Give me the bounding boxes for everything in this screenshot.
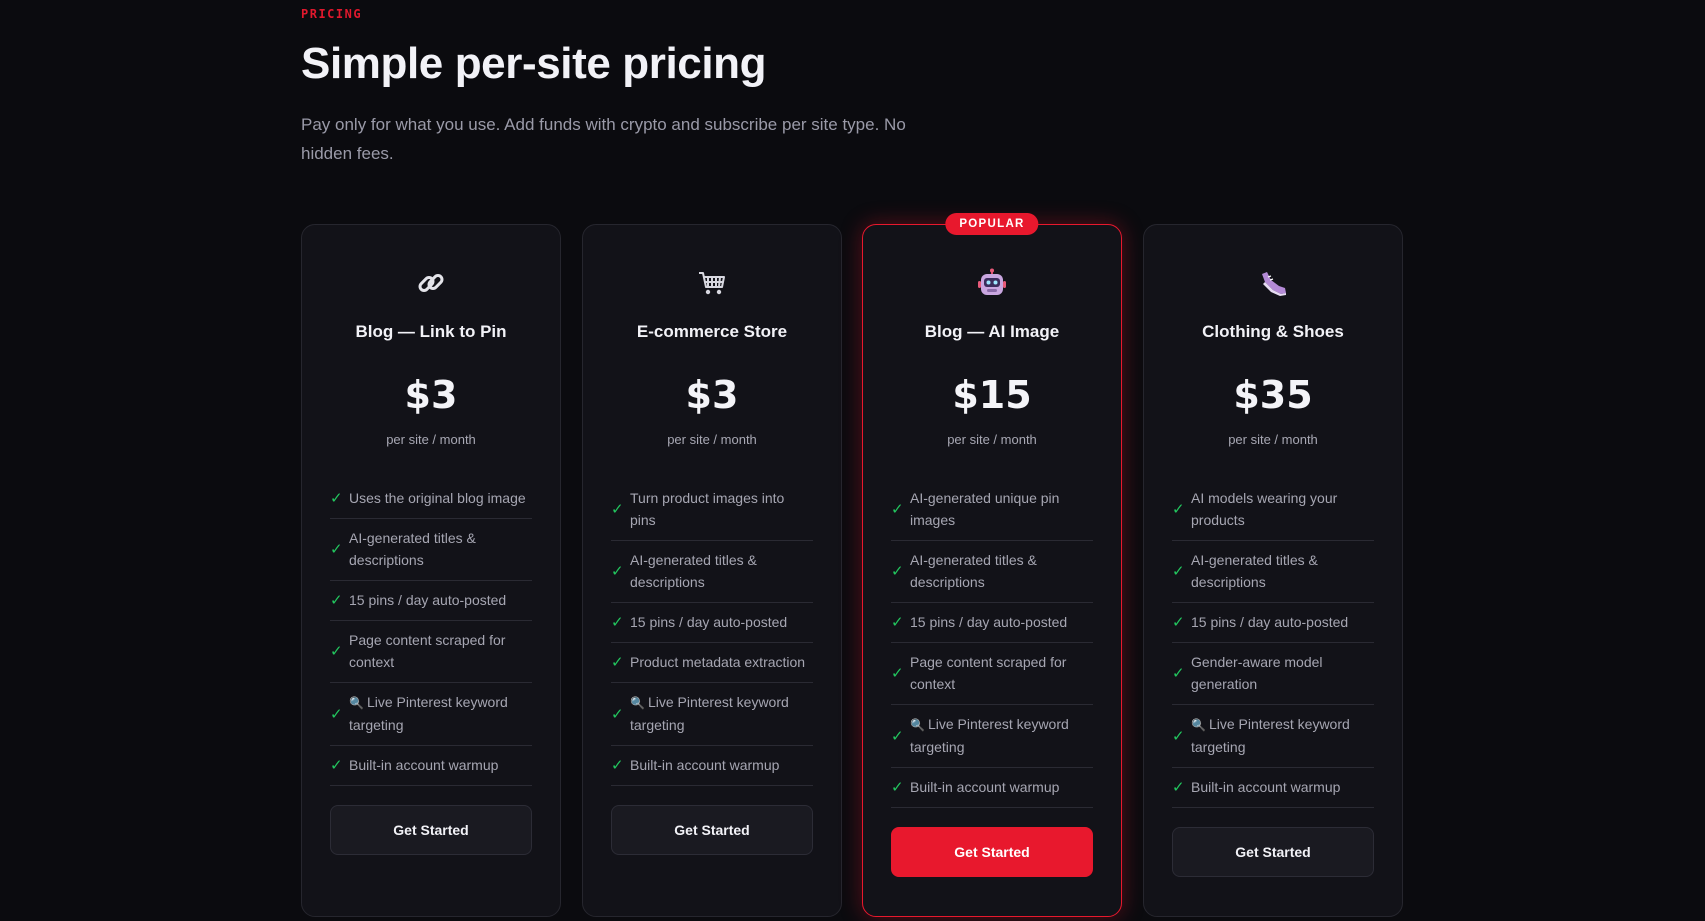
feature-item: ✓ AI-generated titles & descriptions — [330, 519, 532, 581]
feature-item: ✓ 🔍 Live Pinterest keyword targeting — [1172, 705, 1374, 768]
check-icon: ✓ — [891, 726, 904, 745]
feature-item: ✓ Built-in account warmup — [891, 768, 1093, 808]
plan-period: per site / month — [947, 432, 1037, 447]
feature-item: ✓ Product metadata extraction — [611, 643, 813, 683]
magnifier-icon: 🔍 — [349, 696, 364, 710]
check-icon: ✓ — [891, 778, 904, 796]
plan-card-blog-link-to-pin: Blog — Link to Pin $3 per site / month ✓… — [301, 224, 561, 917]
check-icon: ✓ — [1172, 778, 1185, 796]
check-icon: ✓ — [891, 664, 904, 682]
feature-item: ✓ Page content scraped for context — [891, 643, 1093, 705]
popular-badge: POPULAR — [945, 213, 1039, 235]
magnifier-icon: 🔍 — [630, 696, 645, 710]
sneaker-icon — [1144, 265, 1402, 301]
check-icon: ✓ — [1172, 500, 1185, 518]
check-icon: ✓ — [330, 591, 343, 609]
feature-item: ✓ 15 pins / day auto-posted — [1172, 603, 1374, 643]
feature-item: ✓ Turn product images into pins — [611, 479, 813, 541]
check-icon: ✓ — [611, 500, 624, 518]
plan-card-ecommerce-store: E-commerce Store $3 per site / month ✓ Tu… — [582, 224, 842, 917]
feature-item: ✓ AI-generated titles & descriptions — [891, 541, 1093, 603]
feature-item: ✓ 15 pins / day auto-posted — [611, 603, 813, 643]
feature-item: ✓ Built-in account warmup — [330, 746, 532, 786]
check-icon: ✓ — [611, 756, 624, 774]
pricing-cards: Blog — Link to Pin $3 per site / month ✓… — [301, 213, 1404, 917]
feature-item: ✓ Page content scraped for context — [330, 621, 532, 683]
check-icon: ✓ — [330, 642, 343, 660]
plan-name: Blog — AI Image — [924, 322, 1060, 341]
feature-item: ✓ Gender-aware model generation — [1172, 643, 1374, 705]
check-icon: ✓ — [330, 540, 343, 558]
feature-list: ✓ AI models wearing your products ✓ AI-gen… — [1172, 479, 1374, 808]
check-icon: ✓ — [330, 704, 343, 723]
feature-item: ✓ Uses the original blog image — [330, 479, 532, 519]
check-icon: ✓ — [891, 562, 904, 580]
feature-item: ✓ AI-generated titles & descriptions — [1172, 541, 1374, 603]
magnifier-icon: 🔍 — [1191, 718, 1206, 732]
plan-period: per site / month — [386, 432, 476, 447]
robot-icon — [863, 265, 1121, 301]
page-title: Simple per-site pricing — [301, 39, 767, 88]
check-icon: ✓ — [330, 756, 343, 774]
plan-period: per site / month — [667, 432, 757, 447]
plan-name: E-commerce Store — [636, 322, 788, 341]
feature-list: ✓ Uses the original blog image ✓ AI-genera… — [330, 479, 532, 786]
feature-item: ✓ 🔍 Live Pinterest keyword targeting — [330, 683, 532, 746]
check-icon: ✓ — [891, 613, 904, 631]
feature-item: ✓ AI-generated unique pin images — [891, 479, 1093, 541]
feature-list: ✓ Turn product images into pins ✓ AI-gener… — [611, 479, 813, 786]
check-icon: ✓ — [1172, 613, 1185, 631]
check-icon: ✓ — [330, 489, 343, 507]
link-icon — [302, 265, 560, 301]
feature-item: ✓ 🔍 Live Pinterest keyword targeting — [891, 705, 1093, 768]
get-started-button[interactable]: Get Started — [330, 805, 532, 855]
feature-item: ✓ Built-in account warmup — [1172, 768, 1374, 808]
get-started-button[interactable]: Get Started — [611, 805, 813, 855]
plan-name: Blog — Link to Pin — [355, 322, 507, 341]
feature-item: ✓ AI-generated titles & descriptions — [611, 541, 813, 603]
plan-price: $35 — [1233, 373, 1313, 417]
feature-item: ✓ AI models wearing your products — [1172, 479, 1374, 541]
check-icon: ✓ — [1172, 664, 1185, 682]
check-icon: ✓ — [611, 613, 624, 631]
feature-item: ✓ 15 pins / day auto-posted — [891, 603, 1093, 643]
check-icon: ✓ — [891, 500, 904, 518]
plan-card-blog-ai-image: POPULAR Blog — AI Image $15 per site / m… — [862, 213, 1122, 917]
plan-name: Clothing & Shoes — [1202, 322, 1344, 341]
get-started-button[interactable]: Get Started — [891, 827, 1093, 877]
check-icon: ✓ — [611, 653, 624, 671]
check-icon: ✓ — [1172, 562, 1185, 580]
get-started-button[interactable]: Get Started — [1172, 827, 1374, 877]
feature-list: ✓ AI-generated unique pin images ✓ AI-gene… — [891, 479, 1093, 808]
check-icon: ✓ — [1172, 726, 1185, 745]
feature-item: ✓ 🔍 Live Pinterest keyword targeting — [611, 683, 813, 746]
page-subtitle: Pay only for what you use. Add funds wit… — [301, 115, 906, 163]
shopping-cart-icon — [583, 265, 841, 301]
plan-price: $15 — [952, 373, 1032, 417]
feature-item: ✓ 15 pins / day auto-posted — [330, 581, 532, 621]
plan-price: $3 — [685, 373, 739, 417]
section-eyebrow: PRICING — [301, 7, 363, 21]
plan-price: $3 — [404, 373, 458, 417]
plan-card-clothing-shoes: Clothing & Shoes $35 per site / month ✓ A… — [1143, 224, 1403, 917]
check-icon: ✓ — [611, 704, 624, 723]
check-icon: ✓ — [611, 562, 624, 580]
feature-item: ✓ Built-in account warmup — [611, 746, 813, 786]
plan-period: per site / month — [1228, 432, 1318, 447]
magnifier-icon: 🔍 — [910, 718, 925, 732]
